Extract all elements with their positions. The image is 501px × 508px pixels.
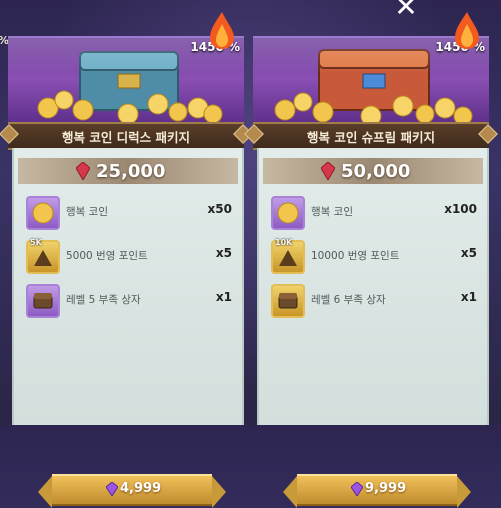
- package-title: 행복 코인 디럭스 패키지: [61, 130, 191, 145]
- item-name: 10000 번영 포인트: [311, 250, 400, 262]
- item-name: 5000 번영 포인트: [66, 250, 148, 262]
- price-band: 50,000: [263, 158, 483, 184]
- tribe-chest-icon: [271, 284, 305, 318]
- item-list: 행복 코인 x50 5K 5000 번영 포인트 x5 레벨 5 부족 상자 x…: [26, 196, 232, 328]
- item-quantity: x50: [207, 202, 232, 216]
- package-title-bar: 행복 코인 디럭스 패키지: [0, 122, 253, 150]
- item-quantity: x1: [460, 290, 477, 304]
- buy-button[interactable]: 4,999: [38, 474, 226, 508]
- item-quantity: x5: [460, 246, 477, 260]
- fire-icon: [455, 12, 479, 49]
- item-badge: 5K: [30, 238, 42, 247]
- list-item: 행복 코인 x100: [271, 196, 477, 230]
- list-item: 5K 5000 번영 포인트 x5: [26, 238, 232, 274]
- close-icon[interactable]: ✕: [393, 0, 419, 21]
- package-card-supreme: 1450 % 행복 코인 슈프림 패키지 50,000 행복 코인 x100 1…: [244, 12, 498, 508]
- prosperity-points-icon: 5K: [26, 238, 60, 274]
- item-name: 행복 코인: [311, 206, 353, 218]
- item-quantity: x5: [215, 246, 232, 260]
- package-price: 25,000: [96, 161, 166, 182]
- item-badge: 10K: [275, 238, 293, 247]
- package-title: 행복 코인 슈프림 패키지: [306, 130, 436, 145]
- item-name: 행복 코인: [66, 206, 108, 218]
- package-card-deluxe: 1450 % 행복 코인 디럭스 패키지 25,000 행복 코인 x50 5K…: [0, 12, 253, 508]
- ruby-gem-icon: [76, 162, 90, 180]
- list-item: 레벨 5 부족 상자 x1: [26, 284, 232, 318]
- happy-coin-icon: [26, 196, 60, 230]
- happy-coin-icon: [271, 196, 305, 230]
- item-name: 레벨 6 부족 상자: [311, 294, 386, 306]
- premium-gem-icon: [351, 482, 363, 496]
- item-list: 행복 코인 x100 10K 10000 번영 포인트 x5 레벨 6 부족 상…: [271, 196, 477, 328]
- price-band: 25,000: [18, 158, 238, 184]
- premium-gem-icon: [106, 482, 118, 496]
- list-item: 행복 코인 x50: [26, 196, 232, 230]
- list-item: 10K 10000 번영 포인트 x5: [271, 238, 477, 274]
- buy-button[interactable]: 9,999: [283, 474, 471, 508]
- item-quantity: x1: [215, 290, 232, 304]
- fire-icon: [210, 12, 234, 49]
- package-body: 25,000 행복 코인 x50 5K 5000 번영 포인트 x5 레벨 5 …: [12, 148, 244, 508]
- prosperity-points-icon: 10K: [271, 238, 305, 274]
- package-body: 50,000 행복 코인 x100 10K 10000 번영 포인트 x5 레벨…: [257, 148, 489, 508]
- tribe-chest-icon: [26, 284, 60, 318]
- buy-price: 9,999: [365, 481, 407, 496]
- item-quantity: x100: [444, 202, 477, 216]
- buy-price: 4,999: [120, 481, 162, 496]
- ruby-gem-icon: [321, 162, 335, 180]
- package-title-bar: 행복 코인 슈프림 패키지: [244, 122, 498, 150]
- item-name: 레벨 5 부족 상자: [66, 294, 141, 306]
- package-price: 50,000: [341, 161, 411, 182]
- list-item: 레벨 6 부족 상자 x1: [271, 284, 477, 318]
